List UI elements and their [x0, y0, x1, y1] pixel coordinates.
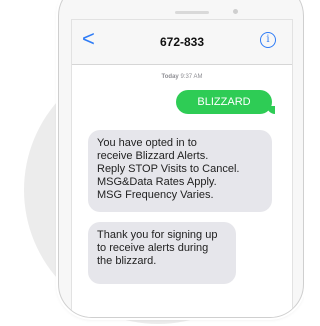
chevron-left-icon[interactable]: <	[82, 28, 95, 50]
info-icon[interactable]: i	[260, 32, 276, 48]
sent-message-bubble: BLIZZARD	[176, 90, 275, 114]
contact-name: 672-833	[159, 35, 205, 49]
phone-camera	[233, 9, 238, 14]
timestamp-time: 9:37 AM	[180, 74, 203, 80]
message-timestamp: Today 9:37 AM	[72, 74, 292, 80]
received-message-bubble: You have opted in to receive Blizzard Al…	[88, 130, 272, 212]
messages-screen: < 672-833 i Today 9:37 AM BLIZZARD You h…	[71, 19, 293, 317]
timestamp-day: Today	[161, 74, 179, 80]
received-message-bubble: Thank you for signing up to receive aler…	[88, 222, 236, 284]
illustration: < 672-833 i Today 9:37 AM BLIZZARD You h…	[0, 0, 304, 326]
conversation-header: < 672-833 i	[72, 20, 292, 65]
phone-mockup: < 672-833 i Today 9:37 AM BLIZZARD You h…	[58, 0, 304, 318]
phone-speaker	[175, 11, 209, 14]
